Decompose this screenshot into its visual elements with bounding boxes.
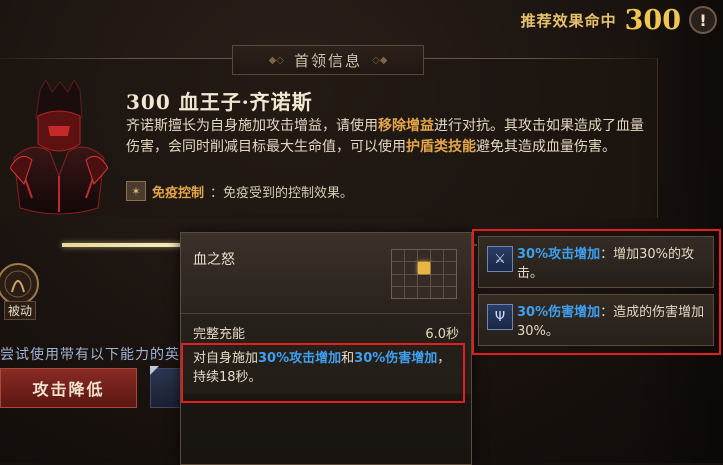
skill-title: 血之怒 [193,252,235,268]
tooltip-footer [181,394,471,464]
buff-name: 30%攻击增加 [517,247,601,262]
immune-title: 免疫控制 [152,185,205,201]
buff-text: 30%伤害增加：造成的伤害增加30%。 [517,303,707,341]
boss-description: 齐诺斯擅长为自身施加攻击增益，请使用移除增益进行对抗。其攻击如果造成了血量伤害，… [126,116,646,158]
skill-track-highlight [62,243,182,247]
keyword-damage-up[interactable]: 30%伤害增加 [354,351,437,366]
recommended-effect-hit: 推荐效果命中 300 ! [521,4,717,36]
desc-text: 避免其造成血量伤害。 [476,139,616,155]
desc-keyword-shield-skill: 护盾类技能 [406,139,476,155]
immune-icon: ✶ [126,181,146,201]
desc-text: 和 [341,351,355,366]
keyword-attack-up[interactable]: 30%攻击增加 [258,351,341,366]
section-title: 首领信息 [293,51,362,70]
charge-label: 完整充能 [193,327,246,342]
buff-card-attack-up[interactable]: ⚔ 30%攻击增加：增加30%的攻击。 [478,236,714,288]
skill-tooltip: 血之怒 完整充能 6.0秒 对自身施加30%攻击增加和30%伤害增加，持续18秒… [180,232,472,465]
desc-keyword-remove-buff: 移除增益 [378,118,434,134]
buff-name: 30%伤害增加 [517,305,601,320]
alert-icon[interactable]: ! [689,6,717,34]
ornament-icon: ◆◇ [268,54,284,66]
boss-name: 300 血王子·齐诺斯 [126,90,313,114]
attack-down-button[interactable]: 攻击降低 [0,368,137,408]
charge-row: 完整充能 6.0秒 [193,323,459,342]
desc-text: 齐诺斯擅长为自身施加攻击增益，请使用 [126,118,378,134]
sword-icon: ⚔ [487,246,513,272]
section-header: ◆◇ 首领信息 ◇◆ [232,45,424,75]
passive-label: 被动 [4,301,37,320]
recommended-value: 300 [624,4,681,36]
trident-icon: Ψ [487,304,513,330]
buff-card-damage-up[interactable]: Ψ 30%伤害增加：造成的伤害增加30%。 [478,294,714,346]
skill-range-grid [391,249,457,299]
buff-text: 30%攻击增加：增加30%的攻击。 [517,245,707,283]
tooltip-header: 血之怒 [181,233,471,314]
charge-value: 6.0秒 [425,327,459,342]
ornament-icon: ◇◆ [372,54,388,66]
recommended-label: 推荐效果命中 [520,11,617,30]
immune-text: ：免疫受到的控制效果。 [210,185,354,201]
immune-control-row: ✶ 免疫控制 ：免疫受到的控制效果。 [126,180,353,202]
skill-description: 对自身施加30%攻击增加和30%伤害增加，持续18秒。 [193,349,459,387]
desc-text: 对自身施加 [193,351,259,366]
hint-text: 尝试使用带有以下能力的英 [0,347,180,363]
boss-portrait [10,80,108,215]
